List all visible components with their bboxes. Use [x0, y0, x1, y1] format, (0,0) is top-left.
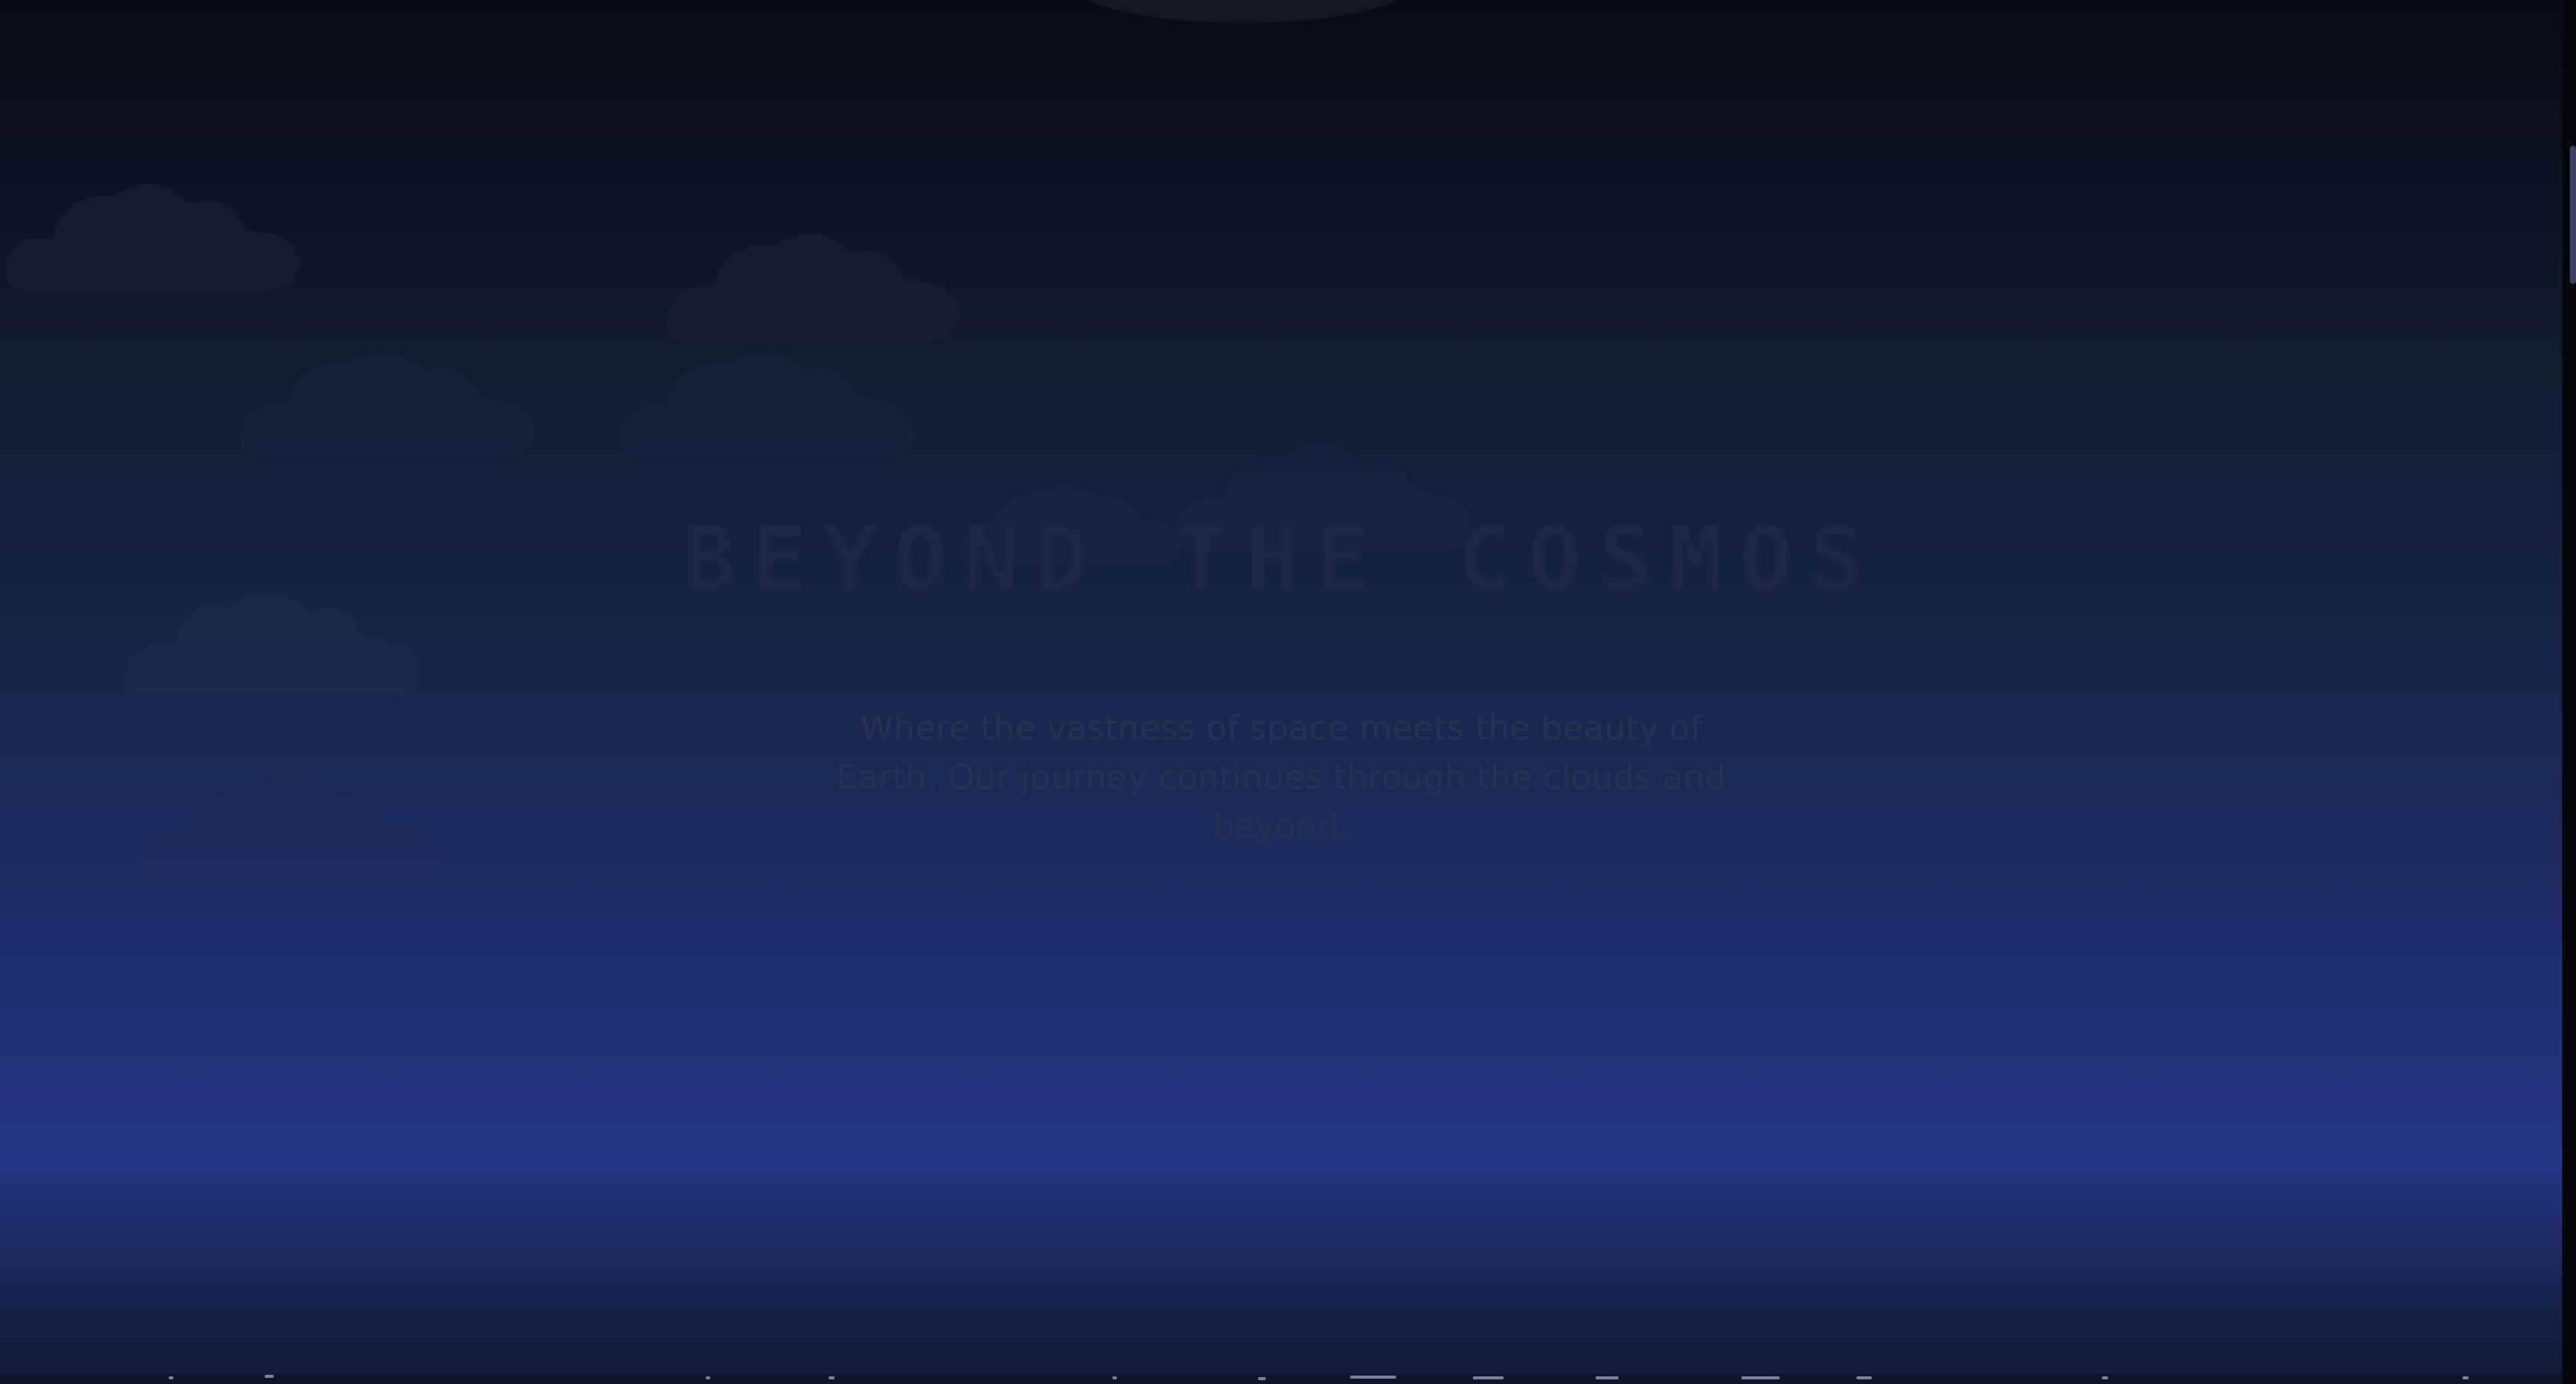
- star-dot: [1350, 1376, 1396, 1379]
- page: BEYOND THE COSMOS Where the vastness of …: [0, 0, 2576, 1384]
- star-dot: [1473, 1376, 1504, 1379]
- hero-section: BEYOND THE COSMOS Where the vastness of …: [0, 0, 2562, 1384]
- star-dot: [828, 1376, 835, 1379]
- star-dot: [2102, 1376, 2108, 1379]
- star-dot: [1596, 1376, 1619, 1379]
- star-dot: [1112, 1376, 1117, 1379]
- scrollbar-thumb[interactable]: [2570, 146, 2576, 284]
- hero-subtitle: Where the vastness of space meets the be…: [835, 709, 1727, 846]
- star-dot: [1856, 1376, 1872, 1379]
- star-dot: [265, 1375, 274, 1378]
- hero-title: BEYOND THE COSMOS: [682, 508, 1880, 611]
- star-dot: [2462, 1376, 2469, 1379]
- vertical-scrollbar[interactable]: [2562, 0, 2576, 1384]
- bottom-strip: [0, 1373, 2562, 1384]
- star-dot: [1741, 1376, 1780, 1379]
- star-dot: [169, 1376, 173, 1379]
- star-dot: [706, 1376, 710, 1379]
- star-dot: [1258, 1377, 1266, 1380]
